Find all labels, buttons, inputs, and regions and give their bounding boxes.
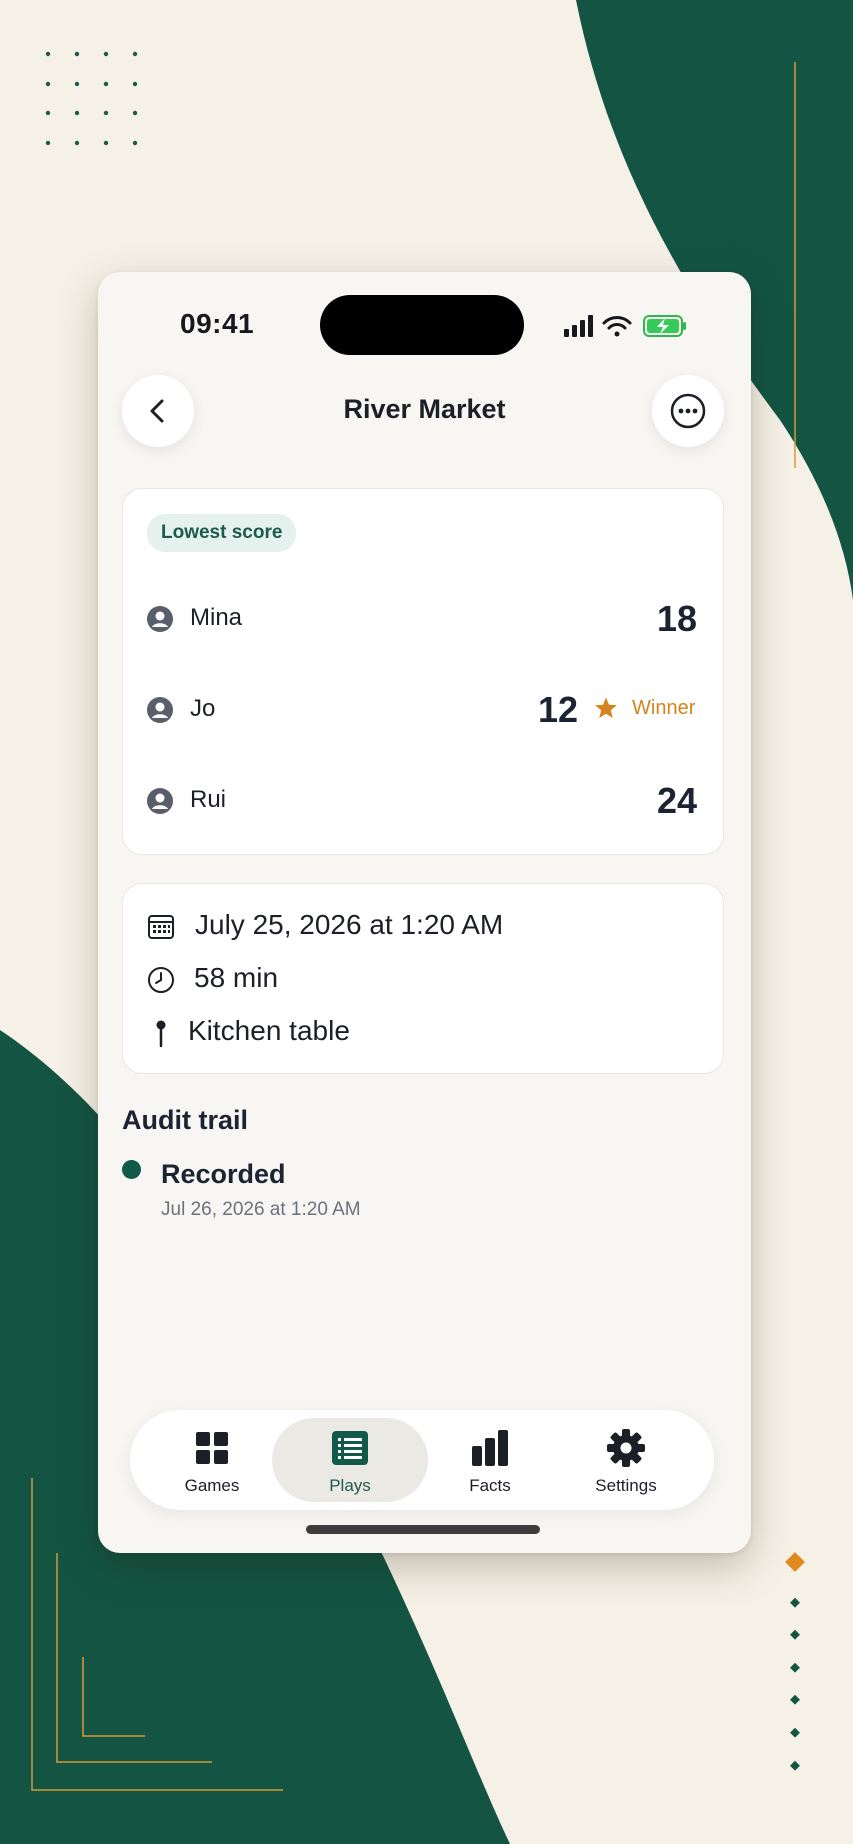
home-indicator: [306, 1525, 540, 1534]
ellipsis-circle-icon: [670, 393, 706, 429]
duration-row: 58 min: [123, 960, 723, 1000]
tab-facts[interactable]: Facts: [412, 1418, 568, 1502]
player-score: 24: [656, 780, 697, 821]
play-duration: 58 min: [194, 962, 279, 993]
calendar-icon: [148, 915, 174, 939]
player-name: Jo: [190, 695, 216, 722]
phone-screen: 09:41 River Market Lowest score Mina 18 …: [98, 272, 751, 1553]
tab-bar: Games Plays Facts Settings: [130, 1410, 714, 1510]
tab-label: Plays: [329, 1476, 371, 1495]
play-date: July 25, 2026 at 1:20 AM: [195, 909, 504, 940]
person-circle-icon: [147, 606, 173, 632]
signal-icon: [564, 315, 593, 337]
more-button[interactable]: [652, 375, 724, 447]
winner-label: Winner: [632, 697, 696, 719]
status-time: 09:41: [180, 308, 255, 339]
location-row: Kitchen table: [123, 1013, 723, 1053]
date-row: July 25, 2026 at 1:20 AM: [123, 907, 723, 947]
player-name: Rui: [190, 786, 227, 813]
audit-event-time: Jul 26, 2026 at 1:20 AM: [161, 1199, 361, 1220]
star-icon: [595, 697, 617, 718]
tab-plays[interactable]: Plays: [272, 1418, 428, 1502]
scoring-badge: Lowest score: [147, 514, 297, 552]
play-location: Kitchen table: [188, 1015, 350, 1046]
player-row[interactable]: Rui 24: [123, 770, 723, 830]
wifi-icon: [602, 316, 632, 337]
tab-label: Facts: [469, 1476, 511, 1495]
tab-games[interactable]: Games: [134, 1418, 290, 1502]
tab-label: Settings: [595, 1476, 657, 1495]
audit-event-title: Recorded: [161, 1159, 286, 1189]
status-icons: [564, 315, 686, 337]
map-pin-icon: [156, 1020, 166, 1047]
bar-chart-icon: [472, 1430, 508, 1466]
dynamic-island: [320, 295, 524, 355]
list-icon: [332, 1431, 368, 1465]
player-name: Mina: [190, 604, 243, 631]
person-circle-icon: [147, 788, 173, 814]
player-row[interactable]: Mina 18: [123, 588, 723, 648]
tab-settings[interactable]: Settings: [548, 1418, 704, 1502]
scores-card: Lowest score Mina 18 Jo 12 Winner Rui 24: [122, 488, 724, 855]
details-card: July 25, 2026 at 1:20 AM 58 min Kitchen …: [122, 883, 724, 1074]
battery-charging-icon: [643, 315, 686, 337]
gear-icon: [607, 1429, 645, 1467]
tab-label: Games: [184, 1476, 240, 1495]
audit-trail-title: Audit trail: [122, 1105, 248, 1135]
player-row-winner[interactable]: Jo 12 Winner: [123, 679, 723, 739]
clock-icon: [148, 967, 174, 993]
grid-icon: [196, 1432, 228, 1464]
player-score: 12: [538, 689, 579, 730]
person-circle-icon: [147, 697, 173, 723]
player-score: 18: [656, 598, 697, 639]
timeline-dot: [122, 1160, 141, 1179]
